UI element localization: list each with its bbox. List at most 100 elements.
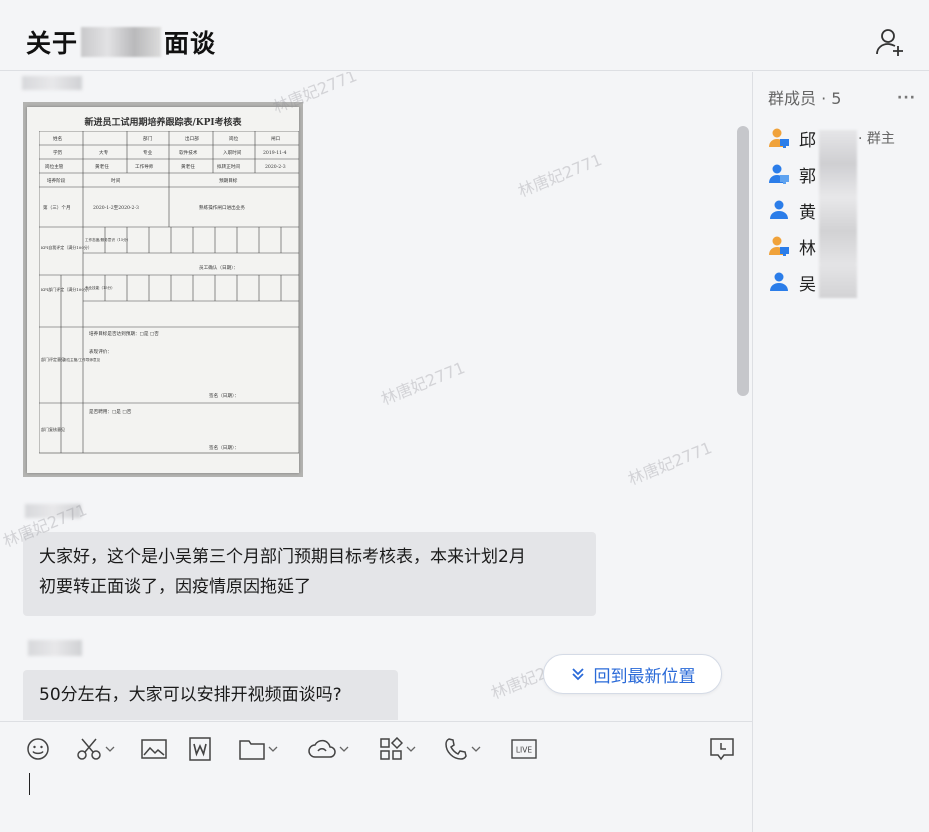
chevron-down-icon — [339, 746, 349, 752]
redacted-member-names — [819, 130, 857, 298]
svg-text:软件技术: 软件技术 — [179, 149, 198, 156]
svg-text:岗位: 岗位 — [229, 135, 239, 142]
message-list[interactable]: 新进员工试用期培养跟踪表/KPI考核表 姓名 部门 出口部 岗位 闸口 学历 大… — [0, 72, 752, 720]
apps-icon — [380, 737, 403, 760]
svg-text:闸口: 闸口 — [271, 135, 281, 142]
svg-text:2019-11-4: 2019-11-4 — [263, 150, 287, 156]
word-doc-icon[interactable] — [189, 736, 211, 762]
member-name: 吴 — [799, 274, 816, 295]
user-icon — [770, 200, 788, 219]
svg-text:部门: 部门 — [143, 135, 153, 142]
admin-user-icon — [769, 236, 789, 256]
file-button[interactable] — [239, 736, 278, 762]
members-title: 群成员 · 5 — [768, 89, 842, 108]
admin-user-icon — [769, 128, 789, 148]
add-member-icon[interactable] — [874, 26, 906, 58]
svg-text:黄老任: 黄老任 — [95, 163, 109, 170]
svg-text:LIVE: LIVE — [516, 746, 533, 755]
svg-text:大专: 大专 — [99, 149, 109, 156]
sender-name-redacted — [28, 640, 82, 656]
svg-text:姓名: 姓名 — [53, 135, 62, 142]
member-name: 邱 — [799, 130, 816, 151]
svg-text:第（三）个月: 第（三）个月 — [43, 204, 71, 211]
chat-title: 关于 面谈 — [26, 24, 216, 60]
jump-to-latest-label: 回到最新位置 — [593, 666, 696, 687]
svg-text:部门复核意见: 部门复核意见 — [41, 426, 65, 432]
svg-text:预期目标: 预期目标 — [219, 177, 238, 184]
member-item[interactable]: 林 — [768, 234, 816, 259]
more-options-icon[interactable]: ··· — [897, 90, 916, 106]
apps-button[interactable] — [379, 736, 416, 762]
svg-text:专业: 专业 — [143, 149, 153, 156]
sender-name-redacted — [22, 76, 82, 90]
chevron-down-icon — [105, 746, 115, 752]
cloud-drive-button[interactable] — [308, 736, 349, 762]
svg-text:岗位主管: 岗位主管 — [45, 163, 64, 170]
svg-text:拟转正时间: 拟转正时间 — [217, 163, 240, 170]
svg-text:黄老任: 黄老任 — [181, 163, 195, 170]
call-button[interactable] — [444, 736, 481, 762]
message-text: 50分左右，大家可以安排开视频面谈吗? — [39, 685, 342, 705]
svg-text:培养目标是否达到预期：□是 □否: 培养目标是否达到预期：□是 □否 — [89, 330, 159, 337]
image-icon[interactable] — [141, 736, 167, 762]
svg-text:表现评价：: 表现评价： — [89, 348, 112, 355]
message-image[interactable]: 新进员工试用期培养跟踪表/KPI考核表 姓名 部门 出口部 岗位 闸口 学历 大… — [23, 102, 303, 477]
chevron-down-icon — [268, 746, 278, 752]
svg-text:岗位主管/工作导师意见: 岗位主管/工作导师意见 — [63, 357, 101, 362]
phone-icon — [445, 738, 467, 760]
text-cursor — [29, 773, 30, 795]
history-icon[interactable] — [709, 736, 735, 762]
doc-table: 姓名 部门 出口部 岗位 闸口 学历 大专 专业 软件技术 入职时间 2019-… — [39, 131, 299, 454]
svg-text:签名（日期）：: 签名（日期）： — [209, 392, 239, 399]
scrollbar[interactable] — [737, 126, 749, 396]
svg-text:是否聘用：□是 □否: 是否聘用：□是 □否 — [89, 408, 132, 415]
svg-text:员工确认（日期）：: 员工确认（日期）： — [199, 264, 238, 271]
svg-text:时间: 时间 — [111, 177, 121, 184]
chevron-down-icon — [471, 746, 481, 752]
svg-text:专业技能（15分）: 专业技能（15分） — [85, 285, 115, 290]
chevron-down-icon — [406, 746, 416, 752]
member-name: 林 — [799, 238, 816, 259]
svg-text:工作态度/服务意识（15分）: 工作态度/服务意识（15分） — [85, 237, 130, 242]
watermark: 林唐妃2771 — [625, 437, 715, 489]
message-text: 初要转正面谈了，因疫情原因拖延了 — [39, 577, 311, 597]
svg-text:出口部: 出口部 — [185, 135, 199, 142]
sender-name-redacted — [25, 504, 81, 518]
owner-badge: · 群主 — [858, 131, 895, 147]
cloud-drive-icon — [308, 739, 336, 758]
emoji-icon[interactable] — [26, 736, 50, 762]
svg-text:培养阶段: 培养阶段 — [47, 177, 66, 184]
scissors-icon — [77, 738, 101, 760]
redacted-name — [81, 27, 162, 57]
member-item[interactable]: 吴 — [768, 270, 816, 295]
message-input[interactable] — [0, 771, 752, 832]
members-panel: 群成员 · 5 ··· 邱 · 群主 郭 黄 林 吴 — [753, 72, 929, 832]
svg-text:熟练操作闸口进出业务: 熟练操作闸口进出业务 — [199, 204, 245, 211]
member-item[interactable]: 黄 — [768, 198, 816, 223]
document-photo: 新进员工试用期培养跟踪表/KPI考核表 姓名 部门 出口部 岗位 闸口 学历 大… — [27, 107, 299, 473]
message-bubble[interactable]: 50分左右，大家可以安排开视频面谈吗? — [23, 670, 398, 720]
svg-text:工作导师: 工作导师 — [135, 163, 154, 170]
screenshot-button[interactable] — [76, 736, 115, 762]
svg-text:签名（日期）：: 签名（日期）： — [209, 444, 239, 451]
svg-text:学历: 学历 — [53, 149, 63, 156]
watermark: 林唐妃2771 — [378, 357, 468, 409]
member-name: 黄 — [799, 202, 816, 223]
watermark: 林唐妃2771 — [515, 149, 605, 201]
window-controls[interactable] — [852, 0, 922, 4]
input-toolbar: LIVE — [0, 721, 752, 771]
svg-text:部门评定意见: 部门评定意见 — [41, 356, 65, 362]
live-icon: LIVE — [511, 739, 537, 759]
live-button[interactable]: LIVE — [511, 736, 537, 762]
svg-text:2020-2-3: 2020-2-3 — [265, 164, 286, 170]
chat-title-prefix: 关于 — [26, 29, 79, 58]
doc-title: 新进员工试用期培养跟踪表/KPI考核表 — [84, 118, 242, 128]
user-icon — [770, 272, 788, 291]
chat-title-suffix: 面谈 — [164, 29, 217, 58]
message-bubble[interactable]: 大家好，这个是小吴第三个月部门预期目标考核表，本来计划2月 初要转正面谈了，因疫… — [23, 532, 596, 616]
admin-user-icon — [769, 164, 789, 184]
member-item[interactable]: 郭 — [768, 162, 816, 187]
chat-header: 关于 面谈 — [0, 0, 929, 71]
svg-text:2020-1-2至2020-2-3: 2020-1-2至2020-2-3 — [93, 205, 139, 211]
jump-to-latest-button[interactable]: 回到最新位置 — [543, 654, 722, 694]
